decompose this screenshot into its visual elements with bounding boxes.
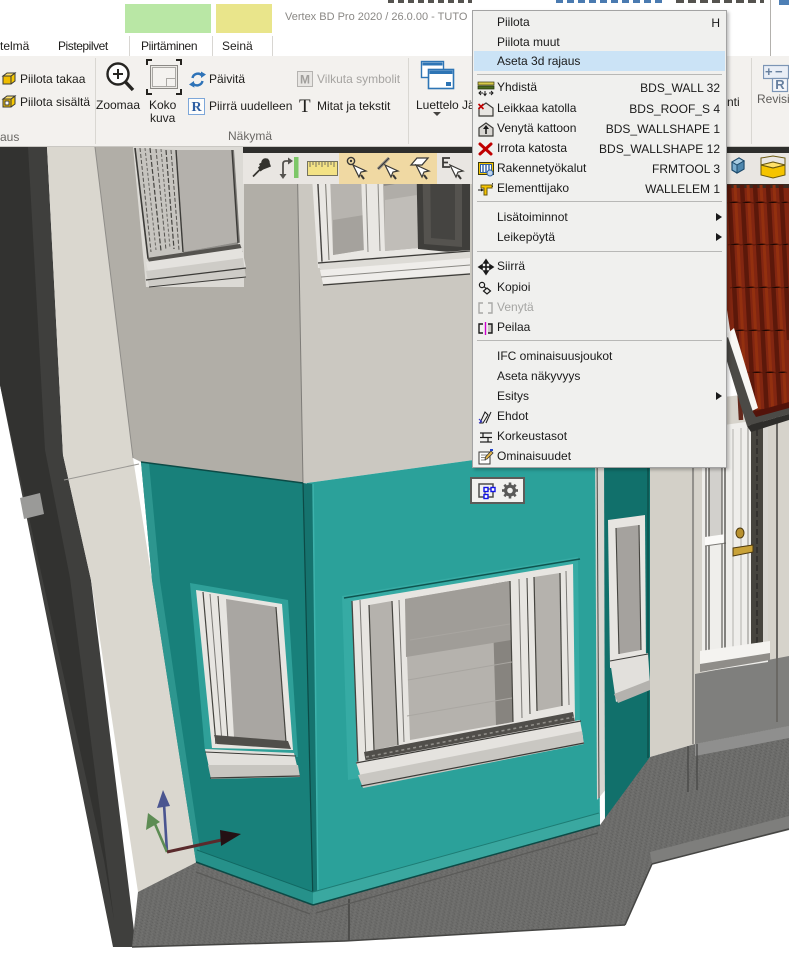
svg-text:R: R bbox=[775, 77, 785, 92]
svg-text:R: R bbox=[191, 100, 202, 115]
svg-text:+: + bbox=[765, 64, 773, 79]
svg-text:M: M bbox=[300, 73, 310, 87]
